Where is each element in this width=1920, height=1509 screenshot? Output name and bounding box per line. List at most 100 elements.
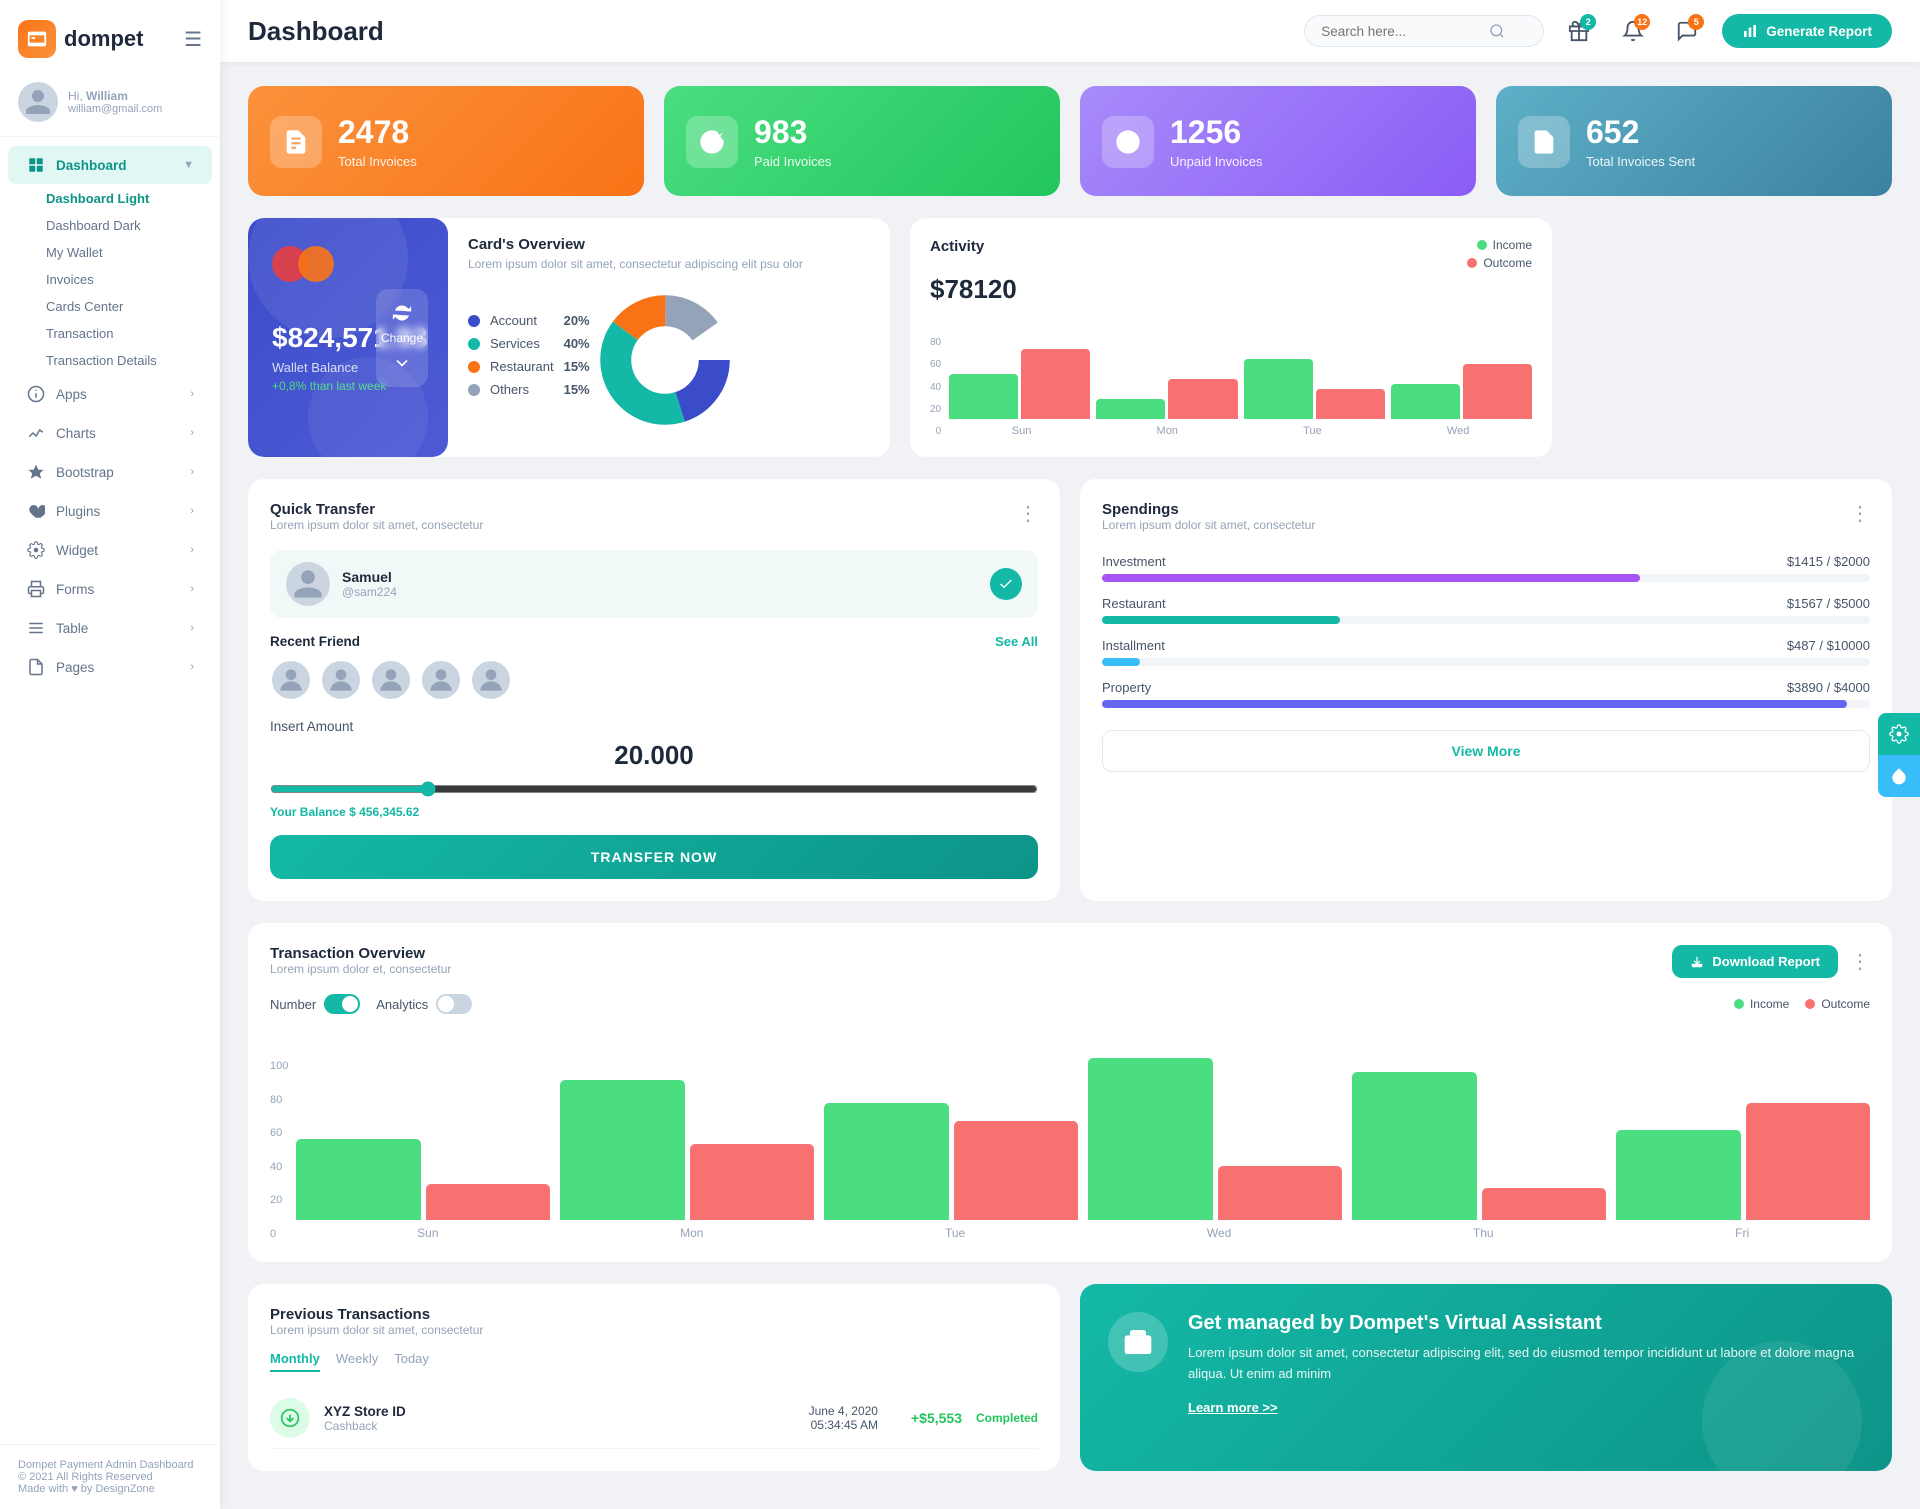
qt-amount-slider[interactable] xyxy=(270,781,1038,797)
number-toggle-switch[interactable] xyxy=(324,994,360,1014)
sidebar-item-table[interactable]: Table › xyxy=(8,609,212,647)
sp-amounts-installment: $487 / $10000 xyxy=(1787,638,1870,653)
qt-more-icon[interactable]: ⋮ xyxy=(1018,501,1038,526)
stat-label-sent: Total Invoices Sent xyxy=(1586,154,1695,169)
restaurant-label: Restaurant xyxy=(490,359,554,374)
qt-recent-avatars xyxy=(270,659,1038,701)
activity-amount: $78120 xyxy=(930,274,1532,305)
sp-title: Spendings xyxy=(1102,501,1315,518)
label-tue: Tue xyxy=(1303,425,1322,437)
analytics-toggle-switch[interactable] xyxy=(436,994,472,1014)
to-label-fri: Fri xyxy=(1735,1226,1749,1240)
transfer-now-button[interactable]: TRANSFER NOW xyxy=(270,835,1038,879)
pt-subtitle: Lorem ipsum dolor sit amet, consectetur xyxy=(270,1323,483,1337)
content-area: 2478 Total Invoices 983 Paid Invoices xyxy=(220,62,1920,1509)
submenu-invoices[interactable]: Invoices xyxy=(36,266,220,293)
change-button[interactable]: Change xyxy=(376,289,428,387)
submenu-dashboard-dark[interactable]: Dashboard Dark xyxy=(36,212,220,239)
submenu-transaction-details[interactable]: Transaction Details xyxy=(36,347,220,374)
qt-header-left: Quick Transfer Lorem ipsum dolor sit ame… xyxy=(270,501,483,546)
qt-user-avatar xyxy=(286,562,330,606)
tab-today[interactable]: Today xyxy=(394,1351,429,1372)
qt-see-all-link[interactable]: See All xyxy=(995,634,1038,649)
friend-avatar-3[interactable] xyxy=(370,659,412,701)
sidebar-item-dashboard[interactable]: Dashboard ▼ xyxy=(8,146,212,184)
settings-panel-btn[interactable] xyxy=(1878,713,1920,755)
to-label-thu: Thu xyxy=(1473,1226,1494,1240)
tab-weekly[interactable]: Weekly xyxy=(336,1351,378,1372)
bar-income-tue xyxy=(1244,359,1313,419)
pt-transaction-amount: +$5,553 xyxy=(892,1410,962,1426)
submenu-transaction[interactable]: Transaction xyxy=(36,320,220,347)
search-input[interactable] xyxy=(1321,24,1481,39)
to-title: Transaction Overview xyxy=(270,945,451,962)
submenu-dashboard-light[interactable]: Dashboard Light xyxy=(36,185,220,212)
search-bar[interactable] xyxy=(1304,15,1544,47)
chat-notification-btn[interactable]: 5 xyxy=(1668,12,1706,50)
sidebar-item-apps[interactable]: Apps › xyxy=(8,375,212,413)
sp-header-left: Spendings Lorem ipsum dolor sit amet, co… xyxy=(1102,501,1315,550)
bar-group-wed xyxy=(1391,364,1532,419)
y60-to: 60 xyxy=(270,1127,288,1139)
tab-monthly[interactable]: Monthly xyxy=(270,1351,320,1372)
download-report-button[interactable]: Download Report xyxy=(1672,945,1838,978)
sidebar-item-label-pages: Pages xyxy=(56,660,94,675)
gift-notification-btn[interactable]: 2 xyxy=(1560,12,1598,50)
friend-avatar-1[interactable] xyxy=(270,659,312,701)
y100-to: 100 xyxy=(270,1060,288,1072)
sidebar-user: Hi, William william@gmail.com xyxy=(0,72,220,137)
qt-user-name: Samuel xyxy=(342,569,397,585)
to-label-wed: Wed xyxy=(1207,1226,1231,1240)
sidebar-item-forms[interactable]: Forms › xyxy=(8,570,212,608)
spending-item-restaurant: Restaurant $1567 / $5000 xyxy=(1102,596,1870,624)
y0-to: 0 xyxy=(270,1228,288,1240)
stat-info-sent: 652 Total Invoices Sent xyxy=(1586,115,1695,169)
y60: 60 xyxy=(930,359,941,370)
footer-copyright: © 2021 All Rights Reserved xyxy=(18,1471,202,1483)
va-learn-more-link[interactable]: Learn more >> xyxy=(1188,1400,1278,1415)
wallet-icon xyxy=(1122,1326,1154,1358)
activity-card: Activity Income Outcome $78120 xyxy=(910,218,1552,457)
chart-icon xyxy=(26,423,46,443)
water-drop-panel-btn[interactable] xyxy=(1878,755,1920,797)
sidebar-item-label-table: Table xyxy=(56,621,88,636)
footer-made-with: Made with ♥ by DesignZone xyxy=(18,1483,202,1495)
sidebar-item-pages[interactable]: Pages › xyxy=(8,648,212,686)
to-header: Transaction Overview Lorem ipsum dolor e… xyxy=(270,945,1870,990)
pt-transaction-info: XYZ Store ID Cashback xyxy=(324,1404,406,1433)
hamburger-icon[interactable]: ☰ xyxy=(184,27,202,52)
stat-number-total: 2478 xyxy=(338,115,417,150)
friend-avatar-4[interactable] xyxy=(420,659,462,701)
to-more-icon[interactable]: ⋮ xyxy=(1850,949,1870,974)
big-chart-container: 0 20 40 60 80 100 xyxy=(270,1030,1870,1240)
bar-group-tue xyxy=(1244,359,1385,419)
va-content: Get managed by Dompet's Virtual Assistan… xyxy=(1188,1312,1864,1417)
user-email: william@gmail.com xyxy=(68,103,162,115)
qt-check-icon xyxy=(990,568,1022,600)
services-pct: 40% xyxy=(564,336,590,351)
spending-item-property: Property $3890 / $4000 xyxy=(1102,680,1870,708)
sidebar-item-bootstrap[interactable]: Bootstrap › xyxy=(8,453,212,491)
bell-notification-btn[interactable]: 12 xyxy=(1614,12,1652,50)
friend-avatar-5[interactable] xyxy=(470,659,512,701)
qt-user-info: Samuel @sam224 xyxy=(342,569,397,599)
friend-avatar-2[interactable] xyxy=(320,659,362,701)
others-pct: 15% xyxy=(564,382,590,397)
mc-circle-orange xyxy=(298,246,334,282)
y0: 0 xyxy=(930,426,941,437)
sp-more-icon[interactable]: ⋮ xyxy=(1850,501,1870,550)
sidebar-item-widget[interactable]: Widget › xyxy=(8,531,212,569)
sp-track-restaurant xyxy=(1102,616,1870,624)
sidebar-item-charts[interactable]: Charts › xyxy=(8,414,212,452)
pt-transaction-date: June 4, 2020 05:34:45 AM xyxy=(809,1404,878,1432)
stat-card-total-sent: 652 Total Invoices Sent xyxy=(1496,86,1892,196)
sidebar-item-plugins[interactable]: Plugins › xyxy=(8,492,212,530)
sp-item-header-restaurant: Restaurant $1567 / $5000 xyxy=(1102,596,1870,611)
view-more-button[interactable]: View More xyxy=(1102,730,1870,772)
submenu-my-wallet[interactable]: My Wallet xyxy=(36,239,220,266)
heart-icon xyxy=(26,501,46,521)
submenu-cards-center[interactable]: Cards Center xyxy=(36,293,220,320)
generate-report-button[interactable]: Generate Report xyxy=(1722,14,1892,48)
sp-label-restaurant: Restaurant xyxy=(1102,596,1166,611)
spending-item-installment: Installment $487 / $10000 xyxy=(1102,638,1870,666)
